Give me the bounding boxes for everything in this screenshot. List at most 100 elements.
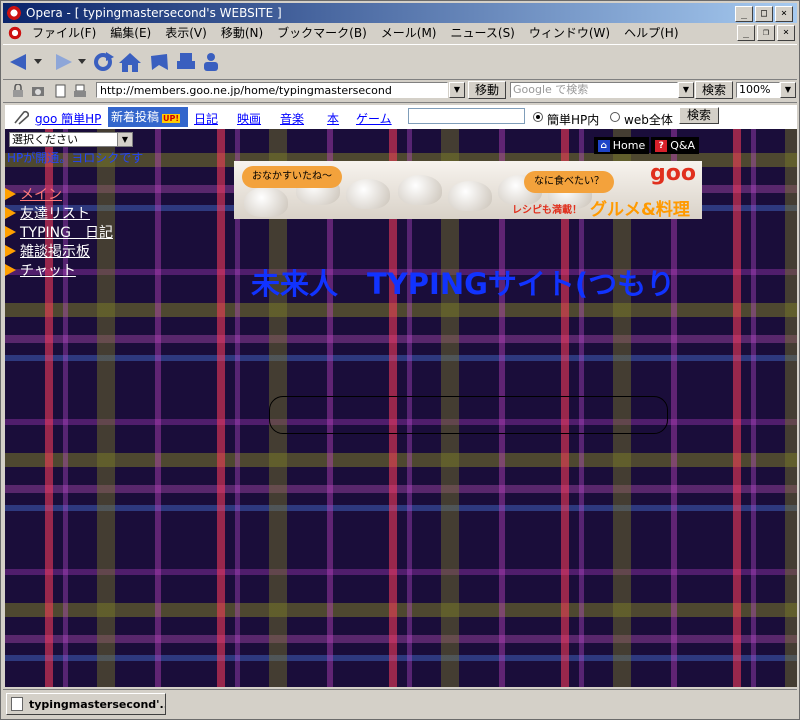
site-nav: メイン 友達リスト TYPING 日記 雑談掲示板 チャット — [5, 184, 113, 279]
nav-arrow-icon — [5, 225, 16, 238]
mushroom-image — [244, 187, 288, 217]
nav-arrow-icon — [5, 263, 16, 276]
zoom-dropdown-icon[interactable]: ▼ — [780, 82, 796, 98]
nav-item-friends[interactable]: 友達リスト — [5, 203, 113, 222]
reload-icon[interactable] — [91, 50, 115, 74]
question-icon: ? — [655, 139, 668, 152]
page-tab[interactable]: typingmastersecond'... — [6, 693, 166, 715]
nav-link-main[interactable]: メイン — [20, 184, 62, 204]
mushroom-image — [448, 181, 492, 211]
page-select-value: 選択ください — [12, 133, 78, 146]
forward-dropdown-icon[interactable] — [77, 50, 87, 74]
radio-web-label: web全体 — [624, 113, 673, 127]
mdi-minimize-button[interactable]: _ — [737, 25, 755, 41]
mdi-controls: _ ❐ × — [737, 25, 795, 41]
nav-arrow-icon — [5, 244, 16, 257]
status-bar: typingmastersecond'... — [3, 689, 797, 718]
nav-arrow-icon — [5, 187, 16, 200]
menu-mail[interactable]: メール(M) — [374, 24, 444, 41]
back-dropdown-icon[interactable] — [33, 50, 43, 74]
menu-news[interactable]: ニュース(S) — [443, 24, 521, 41]
forward-icon[interactable] — [51, 50, 75, 74]
address-dropdown-icon[interactable]: ▼ — [449, 82, 465, 98]
page-select[interactable]: 選択ください ▼ — [9, 132, 133, 147]
radio-web[interactable] — [610, 112, 620, 122]
radio-site-label: 簡単HP内 — [547, 113, 600, 127]
close-button[interactable]: × — [775, 6, 793, 22]
bookmark-icon[interactable] — [147, 50, 171, 74]
goo-link-diary[interactable]: 日記 — [194, 110, 218, 127]
menu-bookmarks[interactable]: ブックマーク(B) — [270, 24, 374, 41]
nav-item-bbs[interactable]: 雑談掲示板 — [5, 241, 113, 260]
nav-item-main[interactable]: メイン — [5, 184, 113, 203]
user-icon[interactable] — [199, 50, 223, 74]
banner-tag-gourmet: グルメ&料理 — [590, 200, 690, 219]
goo-logo: goo — [650, 161, 696, 186]
menu-window[interactable]: ウィンドウ(W) — [522, 24, 617, 41]
mushroom-image — [346, 179, 390, 209]
up-badge: UP! — [162, 114, 181, 123]
nav-link-chat[interactable]: チャット — [20, 260, 76, 280]
goo-link-games[interactable]: ゲーム — [356, 110, 392, 127]
nav-link-typing-diary[interactable]: TYPING 日記 — [20, 222, 113, 242]
home-icon[interactable] — [117, 50, 143, 74]
banner-bubble-left: おなかすいたね〜 — [242, 166, 342, 188]
maximize-button[interactable]: □ — [755, 6, 773, 22]
clip-icon — [11, 109, 30, 128]
address-input[interactable]: http://members.goo.ne.jp/home/typingmast… — [96, 82, 448, 98]
goo-search-button[interactable]: 検索 — [679, 107, 719, 124]
radio-site[interactable] — [533, 112, 543, 122]
new-posts-label: 新着投稿 — [111, 110, 160, 124]
back-icon[interactable] — [7, 50, 31, 74]
search-engine-dropdown-icon[interactable]: ▼ — [678, 82, 694, 98]
page-tab-label: typingmastersecond'... — [29, 697, 166, 711]
camera-icon[interactable] — [31, 84, 45, 98]
google-search-input[interactable]: Google で検索 — [510, 82, 678, 98]
security-icon[interactable] — [11, 83, 25, 98]
select-arrow-icon: ▼ — [117, 133, 132, 146]
window-title: Opera - [ typingmastersecond's WEBSITE ] — [26, 6, 282, 20]
opera-menu-icon[interactable] — [8, 25, 22, 40]
banner-tag-recipes: レシピも満載！ — [512, 205, 582, 216]
mdi-close-button[interactable]: × — [777, 25, 795, 41]
nav-link-friends[interactable]: 友達リスト — [20, 203, 90, 223]
address-toolbar: http://members.goo.ne.jp/home/typingmast… — [3, 80, 797, 103]
menu-help[interactable]: ヘルプ(H) — [617, 24, 685, 41]
goo-home-link[interactable]: goo 簡単HP — [35, 110, 101, 127]
page-tab-icon — [11, 697, 23, 711]
goo-toolbar: goo 簡単HP 新着投稿 UP! 日記 映画 音楽 本 ゲーム 簡単HP内 we… — [5, 105, 797, 129]
menu-edit[interactable]: 編集(E) — [103, 24, 158, 41]
title-bar: Opera - [ typingmastersecond's WEBSITE ]… — [3, 3, 797, 23]
new-posts-link[interactable]: 新着投稿 UP! — [108, 107, 188, 127]
gourmet-banner-ad[interactable]: おなかすいたね〜 なに食べたい？ goo レシピも満載！ グルメ&料理 — [234, 161, 702, 219]
zoom-field[interactable]: 100% — [736, 82, 780, 98]
page-icon[interactable] — [53, 84, 67, 98]
top-buttons: ⌂ Home ? Q&A — [593, 137, 699, 154]
browser-window: Opera - [ typingmastersecond's WEBSITE ]… — [0, 0, 800, 720]
go-button[interactable]: 移動 — [468, 81, 506, 99]
nav-link-bbs[interactable]: 雑談掲示板 — [20, 241, 90, 261]
home-button[interactable]: ⌂ Home — [593, 137, 650, 154]
goo-link-music[interactable]: 音楽 — [280, 110, 304, 127]
navigation-toolbar — [3, 44, 797, 80]
menu-navigate[interactable]: 移動(N) — [214, 24, 270, 41]
goo-link-movies[interactable]: 映画 — [237, 110, 261, 127]
qa-button[interactable]: ? Q&A — [651, 137, 699, 154]
goo-search-input[interactable] — [408, 108, 525, 124]
nav-item-chat[interactable]: チャット — [5, 260, 113, 279]
menu-view[interactable]: 表示(V) — [158, 24, 214, 41]
banner-bubble-right: なに食べたい？ — [524, 171, 614, 193]
menu-file[interactable]: ファイル(F) — [25, 24, 103, 41]
print-preview-icon[interactable] — [73, 84, 87, 98]
search-button[interactable]: 検索 — [695, 81, 733, 99]
print-icon[interactable] — [175, 50, 197, 74]
mdi-restore-button[interactable]: ❐ — [757, 25, 775, 41]
page-content: 選択ください ▼ HPが開通。ヨロシクです ⌂ Home ? Q&A おなかすい… — [5, 129, 797, 687]
nav-arrow-icon — [5, 206, 16, 219]
nav-item-typing-diary[interactable]: TYPING 日記 — [5, 222, 113, 241]
goo-link-books[interactable]: 本 — [327, 110, 339, 127]
page-title: 未来人 TYPINGサイト(つもり — [251, 267, 676, 301]
home-small-icon: ⌂ — [597, 139, 610, 152]
rounded-frame — [269, 396, 668, 434]
minimize-button[interactable]: _ — [735, 6, 753, 22]
